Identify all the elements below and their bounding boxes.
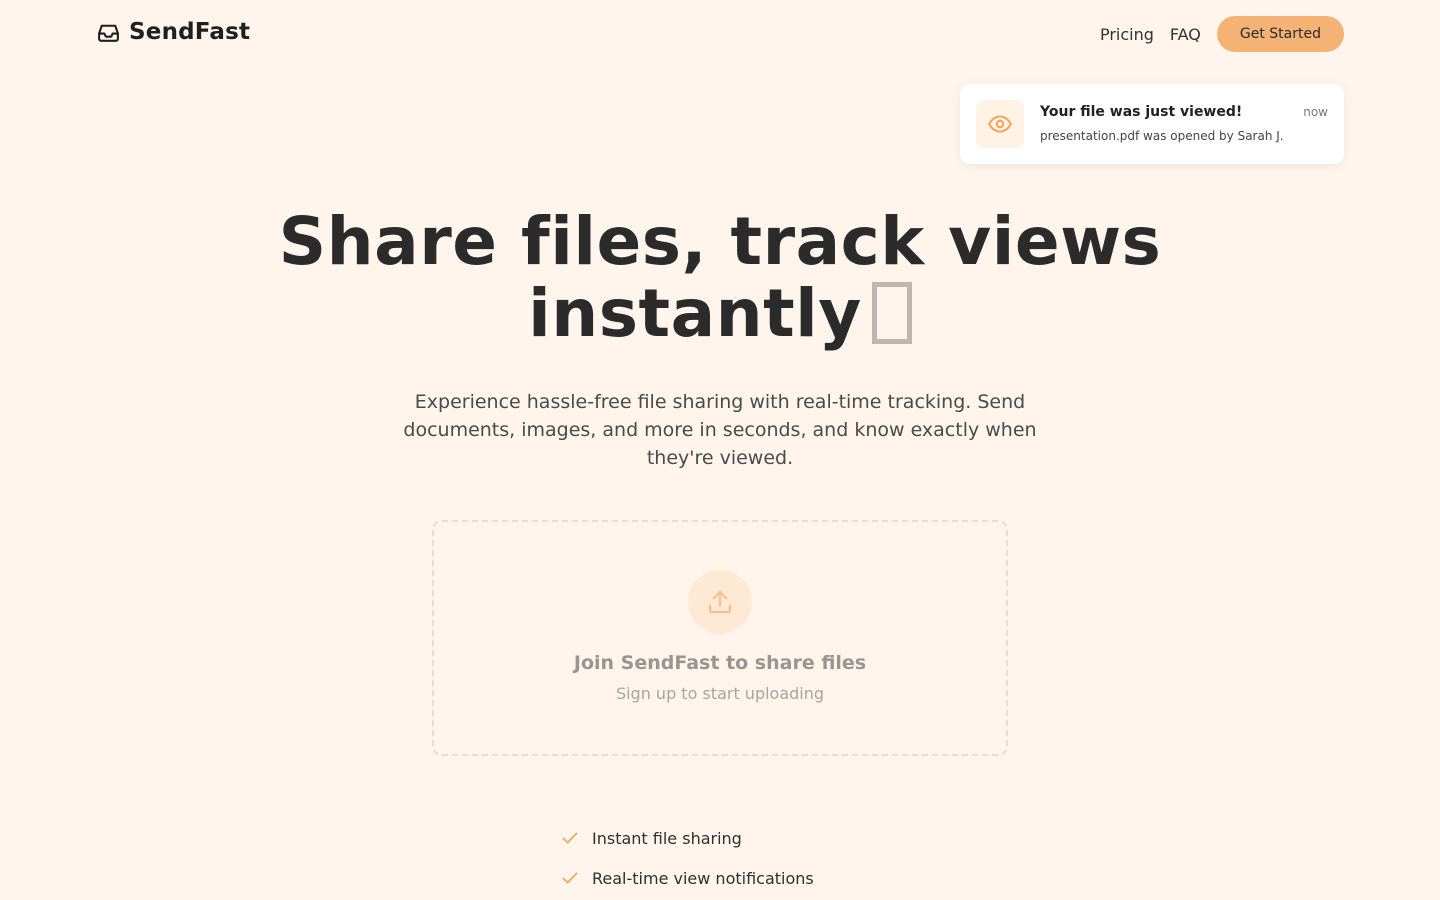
feature-label: Instant file sharing (592, 828, 742, 848)
hero-title: Share files, track views instantly (0, 206, 1440, 350)
hero-title-line-1: Share files, track views (278, 203, 1162, 280)
check-icon (560, 868, 580, 888)
feature-item: Instant file sharing (560, 818, 814, 858)
hero-title-line-2-wrap: instantly (0, 278, 1440, 350)
typing-cursor (871, 282, 912, 344)
nav-link-faq[interactable]: FAQ (1170, 25, 1201, 44)
brand-logo[interactable]: SendFast (96, 19, 250, 45)
hero-title-line-2: instantly (528, 275, 862, 352)
upload-icon-container (688, 570, 752, 634)
dropzone-subtitle: Sign up to start uploading (615, 684, 825, 703)
feature-item: Real-time view notifications (560, 858, 814, 898)
toast-icon-container (976, 100, 1024, 148)
feature-label: Real-time view notifications (592, 868, 814, 888)
get-started-button[interactable]: Get Started (1216, 16, 1344, 52)
toast-title: Your file was just viewed! (1040, 104, 1243, 120)
upload-icon (708, 590, 732, 614)
dropzone-title: Join SendFast to share files (573, 652, 867, 674)
eye-icon (988, 115, 1012, 133)
upload-dropzone[interactable]: Join SendFast to share files Sign up to … (432, 520, 1008, 756)
feature-list: Instant file sharing Real-time view noti… (560, 818, 814, 898)
hero-subtitle: Experience hassle-free file sharing with… (403, 391, 1037, 469)
toast-message: presentation.pdf was opened by Sarah J. (1040, 129, 1284, 143)
top-nav: Pricing FAQ Get Started (1100, 16, 1344, 52)
check-icon (560, 828, 580, 848)
nav-link-pricing[interactable]: Pricing (1100, 25, 1154, 44)
inbox-icon (96, 20, 121, 45)
view-notification-toast[interactable]: Your file was just viewed! presentation.… (960, 84, 1344, 164)
brand-name: SendFast (129, 19, 251, 45)
site-header: SendFast Pricing FAQ Get Started (0, 0, 1440, 68)
landing-page: SendFast Pricing FAQ Get Started Your fi… (0, 0, 1440, 900)
toast-timestamp: now (1303, 105, 1328, 119)
